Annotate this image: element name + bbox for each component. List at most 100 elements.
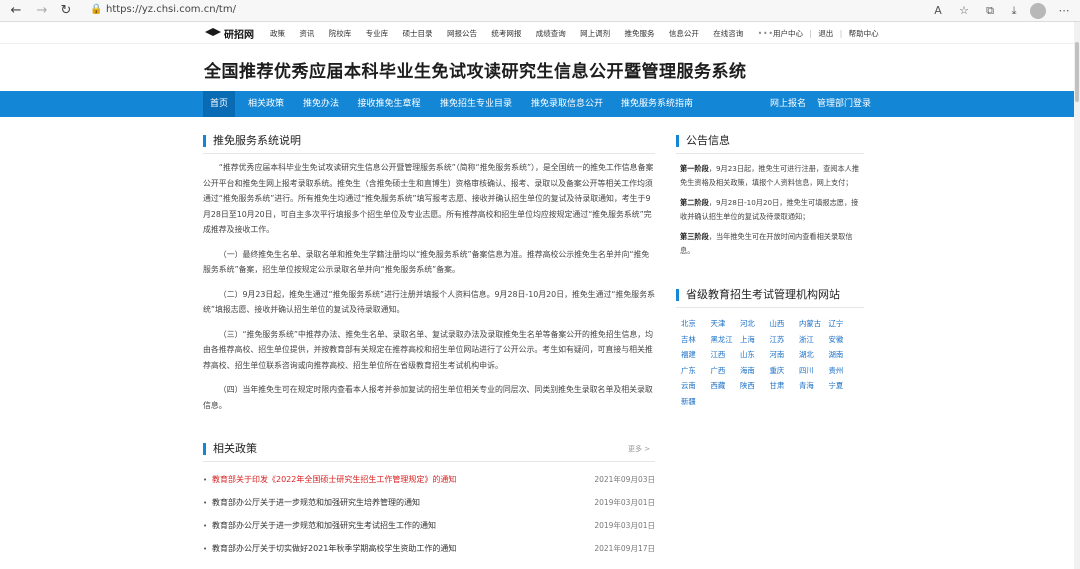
bullet: • <box>203 545 208 553</box>
top-nav-item[interactable]: 统考网报 <box>491 28 521 39</box>
province-link[interactable]: 山东 <box>740 347 770 363</box>
menu-item-methods[interactable]: 推免办法 <box>298 91 344 117</box>
province-link[interactable]: 广东 <box>681 363 711 379</box>
browser-toolbar: ← → ↻ 🔒 https://yz.chsi.com.cn/tm/ A ☆ ⧉… <box>0 0 1080 22</box>
top-nav-item[interactable]: 网报公告 <box>447 28 477 39</box>
top-nav-item[interactable]: 硕士目录 <box>403 28 433 39</box>
news-title[interactable]: 教育部关于印发《2022年全国硕士研究生招生工作管理规定》的通知 <box>212 474 456 485</box>
news-title[interactable]: 教育部办公厅关于切实做好2021年秋季学期高校学生资助工作的通知 <box>212 543 456 554</box>
province-link[interactable]: 海南 <box>740 363 770 379</box>
top-nav-item[interactable]: 院校库 <box>329 28 352 39</box>
province-link[interactable]: 西藏 <box>711 378 741 394</box>
read-aloud-icon[interactable]: A <box>930 3 946 19</box>
province-link[interactable]: 湖南 <box>829 347 859 363</box>
province-link[interactable]: 广西 <box>711 363 741 379</box>
back-icon[interactable]: ← <box>8 3 24 19</box>
section-title-policy: 相关政策 <box>203 443 257 455</box>
more-icon[interactable]: ••• <box>758 29 774 38</box>
address-url[interactable]: https://yz.chsi.com.cn/tm/ <box>106 4 236 15</box>
news-row[interactable]: • 教育部办公厅关于进一步规范和加强研究生考试招生工作的通知 2019年03月0… <box>203 520 655 534</box>
menu-dots-icon[interactable]: ⋯ <box>1056 3 1072 19</box>
province-link[interactable]: 浙江 <box>799 332 829 348</box>
province-link[interactable]: 吉林 <box>681 332 711 348</box>
province-link[interactable]: 黑龙江 <box>711 332 741 348</box>
admin-login-link[interactable]: 管理部门登录 <box>816 91 872 117</box>
notice-item: 第二阶段，9月28日-10月20日，推免生可填报志愿，接收并确认招生单位的复试及… <box>680 196 860 224</box>
menu-item-home[interactable]: 首页 <box>203 91 235 117</box>
user-center-link[interactable]: 用户中心 <box>773 29 803 38</box>
top-nav-item[interactable]: 资讯 <box>299 28 314 39</box>
download-icon[interactable]: ⤓ <box>1006 3 1022 19</box>
scrollbar[interactable] <box>1074 22 1080 569</box>
more-link[interactable]: 更多 > <box>628 444 650 454</box>
top-nav-item[interactable]: 在线咨询 <box>713 28 743 39</box>
notice-item: 第三阶段，当年推免生可在开放时间内查看相关录取信息。 <box>680 230 860 258</box>
top-nav-item[interactable]: 推免服务 <box>625 28 655 39</box>
province-link[interactable]: 天津 <box>711 316 741 332</box>
logout-link[interactable]: 退出 <box>818 29 833 38</box>
province-link[interactable]: 宁夏 <box>829 378 859 394</box>
province-link[interactable]: 新疆 <box>681 394 711 410</box>
province-link[interactable]: 甘肃 <box>770 378 800 394</box>
news-row[interactable]: • 教育部办公厅关于进一步规范和加强研究生培养管理的通知 2019年03月01日 <box>203 497 655 511</box>
notice-stage: 第三阶段 <box>680 232 709 241</box>
news-date: 2019年03月01日 <box>594 521 655 530</box>
top-nav-item[interactable]: 专业库 <box>366 28 389 39</box>
bullet: • <box>203 522 208 530</box>
province-link[interactable]: 河南 <box>770 347 800 363</box>
province-link[interactable]: 四川 <box>799 363 829 379</box>
bullet: • <box>203 499 208 507</box>
menu-item-charter[interactable]: 接收推免生章程 <box>354 91 424 117</box>
news-row[interactable]: • 教育部关于印发《2022年全国硕士研究生招生工作管理规定》的通知 2021年… <box>203 474 655 488</box>
top-nav-links: 政策 资讯 院校库 专业库 硕士目录 网报公告 统考网报 成绩查询 网上调剂 推… <box>270 28 786 39</box>
menu-item-admission-info[interactable]: 推免录取信息公开 <box>526 91 608 117</box>
province-link[interactable]: 贵州 <box>829 363 859 379</box>
province-link[interactable]: 辽宁 <box>829 316 859 332</box>
province-link[interactable]: 内蒙古 <box>799 316 829 332</box>
province-link[interactable]: 江苏 <box>770 332 800 348</box>
province-link[interactable]: 湖北 <box>799 347 829 363</box>
intro-paragraph: （二）9月23日起，推免生通过“推免服务系统”进行注册并填报个人资料信息。9月2… <box>203 289 655 315</box>
province-link[interactable]: 青海 <box>799 378 829 394</box>
province-link[interactable]: 北京 <box>681 316 711 332</box>
user-links: 用户中心 | 退出 | 帮助中心 <box>773 28 883 39</box>
menu-item-guide[interactable]: 推免服务系统指南 <box>619 91 695 117</box>
province-links: 北京 天津 河北 山西 内蒙古 辽宁 吉林 黑龙江 上海 江苏 浙江 安徽 福建 江西 山东 河南 湖北 湖南… <box>681 316 861 409</box>
collections-icon[interactable]: ⧉ <box>982 3 998 19</box>
forward-icon[interactable]: → <box>34 3 50 19</box>
news-date: 2021年09月17日 <box>594 544 655 553</box>
favorites-icon[interactable]: ☆ <box>956 3 972 19</box>
news-title[interactable]: 教育部办公厅关于进一步规范和加强研究生考试招生工作的通知 <box>212 520 436 531</box>
province-link[interactable]: 福建 <box>681 347 711 363</box>
province-link[interactable]: 河北 <box>740 316 770 332</box>
menu-item-catalog[interactable]: 推免招生专业目录 <box>437 91 515 117</box>
top-nav-item[interactable]: 成绩查询 <box>536 28 566 39</box>
main-menu: 首页 相关政策 推免办法 接收推免生章程 推免招生专业目录 推免录取信息公开 推… <box>0 91 1074 117</box>
section-title-intro: 推免服务系统说明 <box>203 135 301 147</box>
province-link[interactable]: 安徽 <box>829 332 859 348</box>
news-title[interactable]: 教育部办公厅关于进一步规范和加强研究生培养管理的通知 <box>212 497 420 508</box>
reload-icon[interactable]: ↻ <box>58 3 74 19</box>
province-link[interactable]: 陕西 <box>740 378 770 394</box>
intro-paragraph: “推荐优秀应届本科毕业生免试攻读研究生信息公开暨管理服务系统”（简称“推免服务系… <box>203 163 654 234</box>
profile-avatar[interactable] <box>1030 3 1046 19</box>
province-link[interactable]: 山西 <box>770 316 800 332</box>
news-row[interactable]: • 教育部办公厅关于切实做好2021年秋季学期高校学生资助工作的通知 2021年… <box>203 543 655 557</box>
graduation-cap-icon <box>205 28 221 36</box>
online-register-link[interactable]: 网上报名 <box>768 91 808 117</box>
site-logo[interactable]: 研招网 <box>205 26 254 41</box>
scrollbar-thumb[interactable] <box>1075 42 1079 102</box>
province-link[interactable]: 云南 <box>681 378 711 394</box>
top-nav-item[interactable]: 信息公开 <box>669 28 699 39</box>
menu-item-policy[interactable]: 相关政策 <box>243 91 289 117</box>
province-link[interactable]: 重庆 <box>770 363 800 379</box>
address-bar[interactable]: 🔒 https://yz.chsi.com.cn/tm/ <box>84 3 924 19</box>
divider <box>676 307 864 308</box>
province-link[interactable]: 江西 <box>711 347 741 363</box>
intro-paragraph: （一）最终推免生名单、录取名单和推免生学籍注册均以“推免服务系统”备案信息为准。… <box>203 249 650 275</box>
top-nav-item[interactable]: 政策 <box>270 28 285 39</box>
top-nav-item[interactable]: 网上调剂 <box>580 28 610 39</box>
separator: | <box>809 29 812 38</box>
province-link[interactable]: 上海 <box>740 332 770 348</box>
help-center-link[interactable]: 帮助中心 <box>849 29 879 38</box>
